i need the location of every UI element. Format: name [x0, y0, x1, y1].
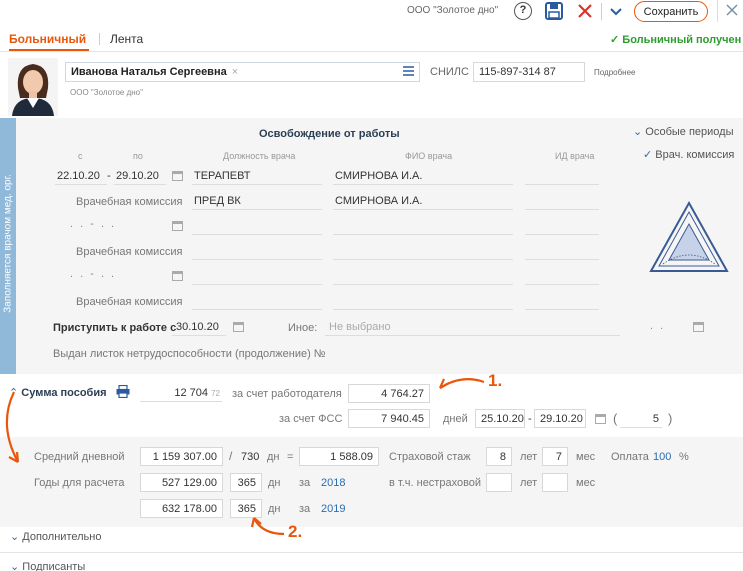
annotation-two: 2. — [288, 522, 303, 541]
arrow-2 — [253, 517, 285, 536]
arrow-big — [5, 391, 19, 463]
arrow-1-head — [438, 378, 450, 389]
annotation-one: 1. — [488, 371, 503, 390]
annotation-arrows — [5, 377, 485, 536]
